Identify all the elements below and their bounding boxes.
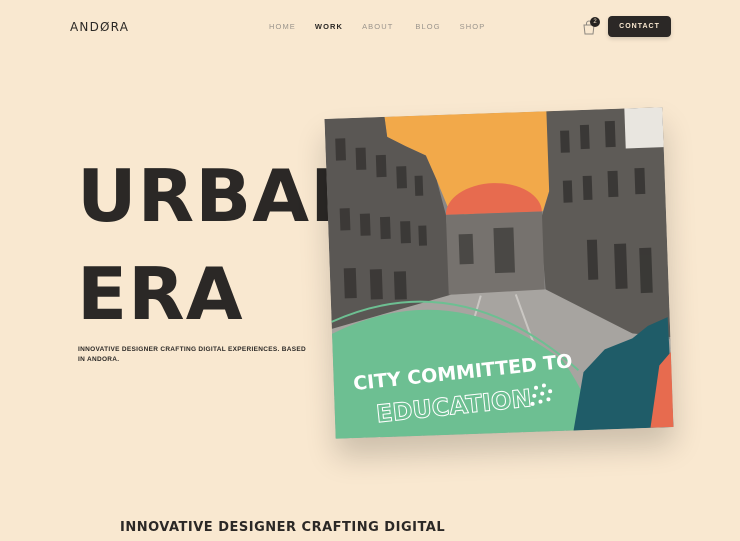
poster-artwork: CITY COMMITTED TO EDUCATION [324,107,674,439]
nav-item-blog[interactable]: BLOG [415,22,440,31]
nav-item-work[interactable]: WORK [315,22,343,31]
featured-poster-image[interactable]: CITY COMMITTED TO EDUCATION [324,107,674,439]
contact-button[interactable]: CONTACT [608,16,671,37]
section-heading: INNOVATIVE DESIGNER CRAFTING DIGITAL [120,520,446,535]
nav-item-home[interactable]: HOME [269,22,296,31]
nav-item-shop[interactable]: SHOP [460,22,486,31]
brand-logo[interactable]: ANDØRA [70,20,129,34]
hero-title-line-2: ERA [77,252,244,336]
hero-tagline: INNOVATIVE DESIGNER CRAFTING DIGITAL EXP… [78,346,307,363]
cart-count-badge: 2 [590,17,600,27]
main-nav: HOME WORK ABOUT BLOG SHOP [269,22,485,31]
nav-item-about[interactable]: ABOUT [362,22,393,31]
